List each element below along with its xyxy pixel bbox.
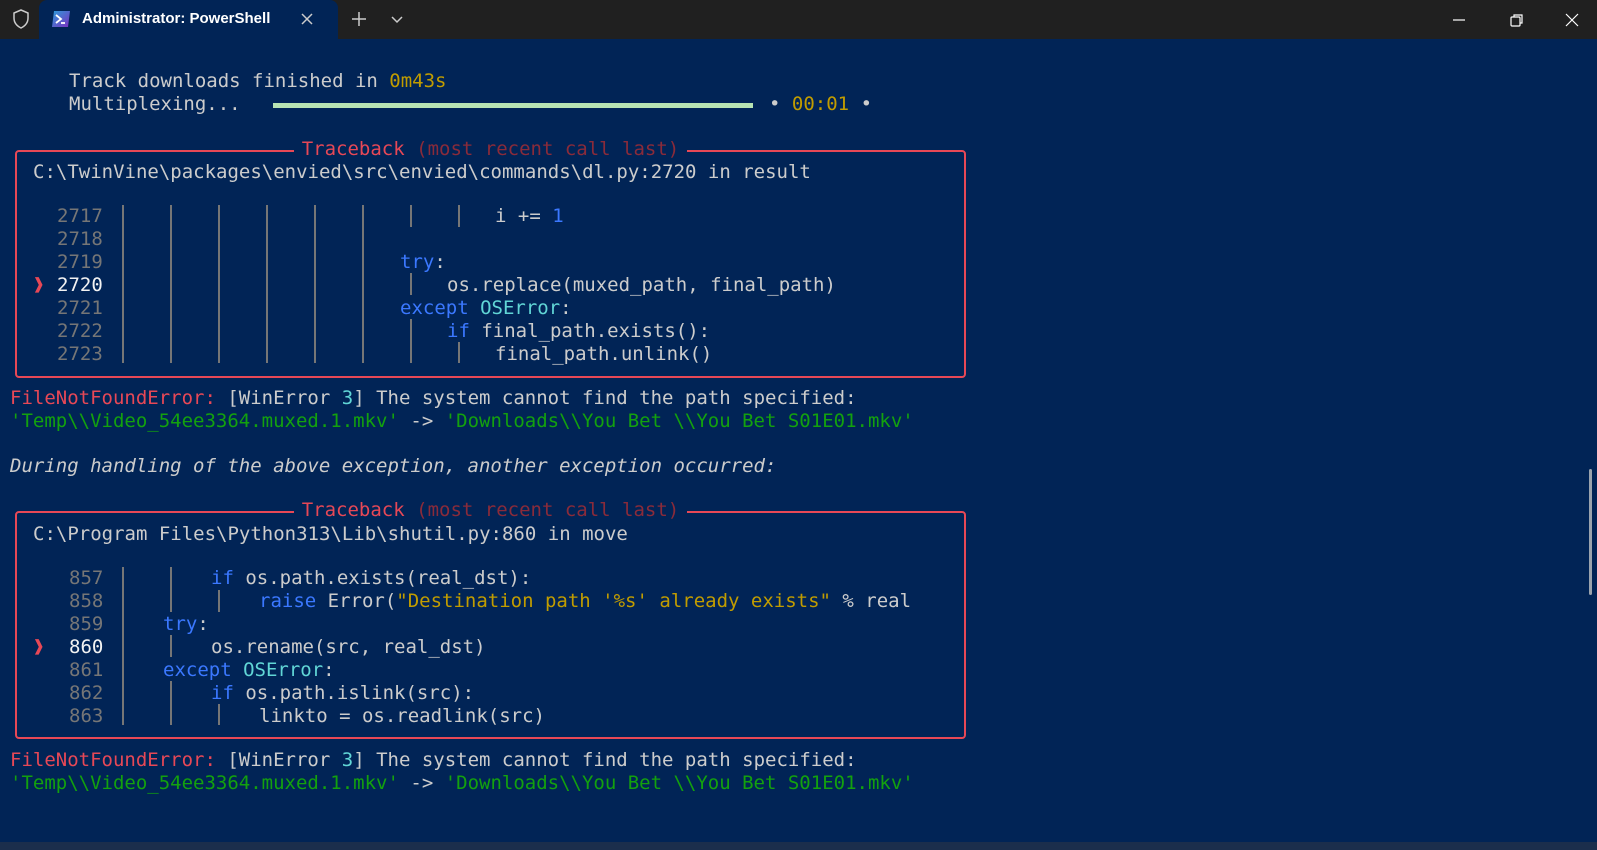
line-number-current: 2720 — [57, 274, 103, 296]
chevron-down-icon[interactable] — [387, 9, 407, 29]
traceback-location: C:\Program Files\Python313\Lib\shutil.py… — [33, 523, 628, 545]
close-tab-icon[interactable] — [298, 10, 316, 28]
title-bar: Administrator: PowerShell — [0, 0, 1597, 39]
scrollbar-thumb[interactable] — [1589, 469, 1592, 595]
code-line: except OSError: — [400, 297, 572, 319]
line-number: 2722 — [57, 320, 103, 342]
code-line: try: — [163, 613, 209, 635]
plus-icon[interactable] — [349, 9, 369, 29]
code-line: try: — [400, 251, 446, 273]
restore-icon — [1510, 13, 1523, 27]
restore-button[interactable] — [1488, 0, 1546, 39]
traceback-location: C:\TwinVine\packages\envied\src\envied\c… — [33, 161, 811, 183]
line-number-current: 860 — [69, 636, 104, 658]
traceback-title: Traceback — [301, 138, 405, 160]
code-line: os.replace(muxed_path, final_path) — [447, 274, 836, 296]
code-line: if os.path.exists(real_dst): — [211, 567, 532, 589]
error-paths: 'Temp\\Video_54ee3364.muxed.1.mkv' -> 'D… — [10, 772, 914, 794]
close-window-button[interactable] — [1546, 0, 1597, 39]
code-line: final_path.unlink() — [495, 343, 713, 365]
shield-icon — [13, 9, 29, 29]
progress-bar — [273, 103, 753, 108]
error-paths: 'Temp\\Video_54ee3364.muxed.1.mkv' -> 'D… — [10, 410, 914, 432]
code-line: except OSError: — [163, 659, 335, 681]
line-number: 863 — [69, 705, 104, 727]
code-line: os.rename(src, real_dst) — [211, 636, 486, 658]
code-line: raise Error("Destination path '%s' alrea… — [259, 590, 912, 612]
line-number: 858 — [69, 590, 104, 612]
code-line: if final_path.exists(): — [447, 320, 711, 342]
progress-status: • 00:01 • — [769, 93, 873, 115]
tab-title: Administrator: PowerShell — [82, 10, 271, 27]
minimize-button[interactable] — [1430, 0, 1488, 39]
minimize-icon — [1453, 18, 1465, 21]
current-line-marker: ❱ — [33, 274, 45, 296]
bottom-edge — [0, 842, 1597, 850]
code-line: linkto = os.readlink(src) — [259, 705, 545, 727]
traceback-panel: Traceback (most recent call last) — [15, 138, 966, 378]
code-line: i += 1 — [495, 205, 564, 227]
traceback-subtitle: (most recent call last) — [416, 138, 680, 160]
close-icon — [1565, 13, 1578, 26]
error-message: FileNotFoundError: [WinError 3] The syst… — [10, 749, 857, 771]
line-number: 861 — [69, 659, 104, 681]
track-downloads-line: Track downloads finished in 0m43s — [69, 70, 447, 92]
line-number: 859 — [69, 613, 104, 635]
error-message: FileNotFoundError: [WinError 3] The syst… — [10, 387, 857, 409]
powershell-icon — [52, 11, 70, 27]
line-number: 857 — [69, 567, 104, 589]
traceback-title: Traceback — [301, 499, 405, 521]
line-number: 862 — [69, 682, 104, 704]
line-number: 2718 — [57, 228, 103, 250]
line-number: 2717 — [57, 205, 103, 227]
line-number: 2719 — [57, 251, 103, 273]
code-line: if os.path.islink(src): — [211, 682, 475, 704]
during-handling-message: During handling of the above exception, … — [10, 455, 777, 477]
terminal-output[interactable]: Track downloads finished in 0m43s Multip… — [0, 39, 1597, 850]
traceback-subtitle: (most recent call last) — [416, 499, 680, 521]
multiplexing-label: Multiplexing... — [69, 93, 241, 115]
current-line-marker: ❱ — [33, 636, 45, 658]
line-number: 2723 — [57, 343, 103, 365]
line-number: 2721 — [57, 297, 103, 319]
tab-powershell[interactable]: Administrator: PowerShell — [39, 0, 338, 39]
